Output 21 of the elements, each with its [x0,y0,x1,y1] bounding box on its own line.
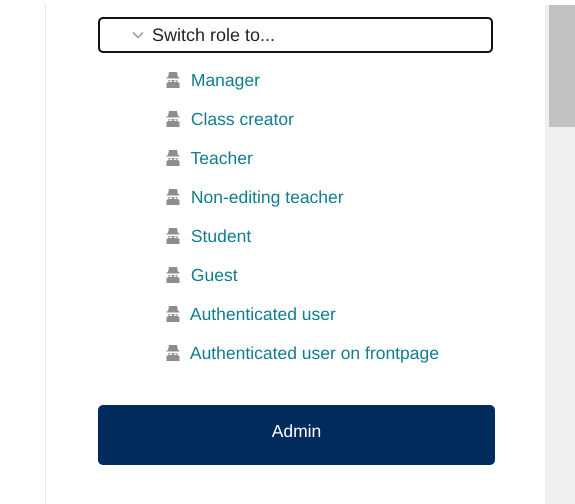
role-link[interactable]: Guest [166,256,466,295]
role-link[interactable]: Manager [166,61,466,100]
role-link[interactable]: Authenticated user on frontpage [166,334,466,373]
role-link[interactable]: Teacher [166,139,466,178]
switch-role-toggle[interactable]: Switch role to... [98,17,493,53]
chevron-icon [132,31,144,39]
user-secret-icon [166,110,180,127]
role-link[interactable]: Student [166,217,466,256]
role-link[interactable]: Class creator [166,100,466,139]
scrollbar[interactable] [545,5,575,504]
role-link[interactable]: Non-editing teacher [166,178,466,217]
user-secret-icon [166,71,180,88]
user-secret-icon [166,266,180,283]
user-secret-icon [166,344,180,361]
user-secret-icon [166,227,180,244]
admin-button[interactable]: Admin [98,405,495,465]
scrollbar-thumb[interactable] [549,5,575,127]
user-secret-icon [166,188,180,205]
user-secret-icon [166,305,180,322]
role-link[interactable]: Authenticated user [166,295,466,334]
user-secret-icon [166,149,180,166]
